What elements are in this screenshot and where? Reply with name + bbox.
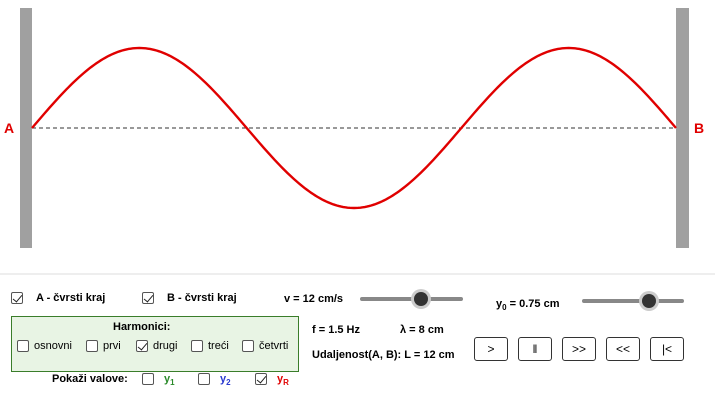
harmonic-prvi-checkbox[interactable]	[86, 340, 98, 352]
wall-a	[20, 8, 32, 248]
b-fixed-label: B - čvrsti kraj	[167, 292, 237, 304]
wave-canvas: A B	[0, 8, 715, 275]
harmonic-treci-checkbox[interactable]	[191, 340, 203, 352]
fast-forward-button[interactable]: >>	[562, 337, 596, 361]
pause-button[interactable]: ‖	[518, 337, 552, 361]
amplitude-slider-thumb[interactable]	[642, 294, 657, 308]
harmonic-cetvrti-label: četvrti	[259, 340, 289, 352]
harmonic-cetvrti-checkbox[interactable]	[242, 340, 254, 352]
a-fixed-checkbox[interactable]	[11, 292, 23, 304]
reset-button[interactable]: |<	[650, 337, 684, 361]
show-y1-checkbox[interactable]	[142, 373, 154, 385]
amplitude-slider[interactable]	[582, 292, 684, 310]
speed-slider-thumb[interactable]	[413, 292, 428, 306]
y1-label: y1	[164, 373, 175, 388]
b-fixed-checkbox[interactable]	[142, 292, 154, 304]
harmonic-prvi-label: prvi	[103, 340, 121, 352]
speed-label: v = 12 cm/s	[284, 293, 344, 305]
speed-slider[interactable]	[360, 290, 463, 308]
wavelength-label: λ = 8 cm	[400, 324, 444, 336]
speed-slider-track	[360, 297, 463, 301]
harmonic-osnovni-checkbox[interactable]	[17, 340, 29, 352]
wall-b	[676, 8, 689, 248]
rewind-button[interactable]: <<	[606, 337, 640, 361]
show-y2-checkbox[interactable]	[198, 373, 210, 385]
amplitude-slider-track	[582, 299, 684, 303]
harmonic-drugi-checkbox[interactable]	[136, 340, 148, 352]
yR-label: yR	[277, 373, 289, 388]
show-waves-label: Pokaži valove:	[52, 373, 128, 385]
harmonic-treci-label: treći	[208, 340, 229, 352]
distance-label: Udaljenost(A, B): L = 12 cm	[312, 349, 455, 361]
harmonics-panel: Harmonici: osnovni prvi drugi treći četv…	[11, 316, 299, 372]
play-button[interactable]: >	[474, 337, 508, 361]
y2-label: y2	[220, 373, 231, 388]
amplitude-label: y0 = 0.75 cm	[496, 298, 560, 313]
frequency-label: f = 1.5 Hz	[312, 324, 360, 336]
a-fixed-label: A - čvrsti kraj	[36, 292, 106, 304]
end-b-label: B	[694, 120, 704, 136]
end-a-label: A	[4, 120, 14, 136]
harmonic-drugi-label: drugi	[153, 340, 178, 352]
show-yR-checkbox[interactable]	[255, 373, 267, 385]
harmonic-osnovni-label: osnovni	[34, 340, 72, 352]
harmonics-title: Harmonici:	[113, 321, 171, 333]
